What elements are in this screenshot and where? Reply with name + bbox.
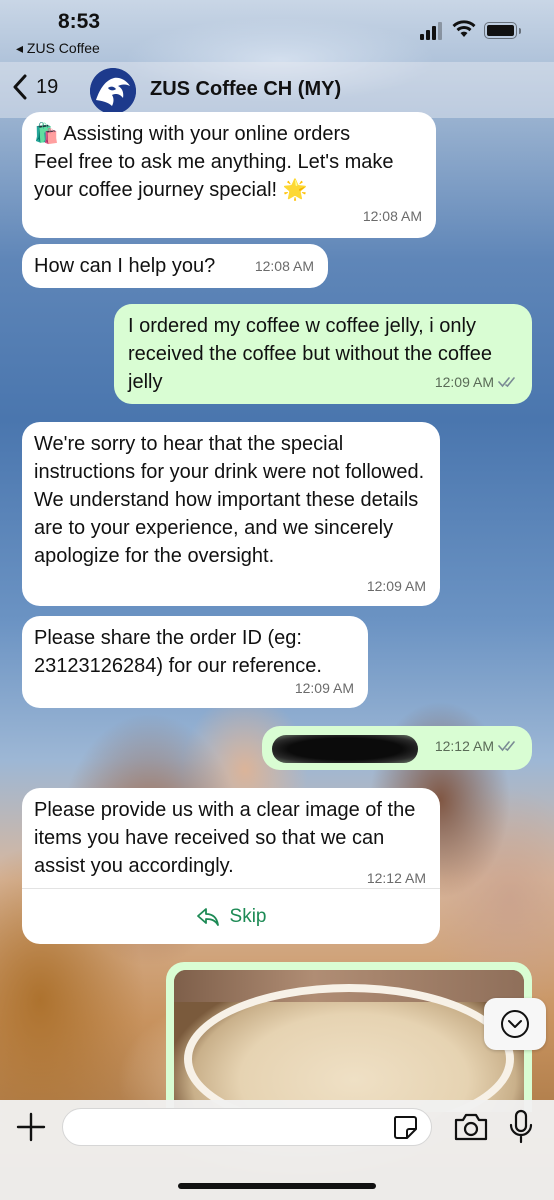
home-indicator <box>178 1183 376 1189</box>
message-incoming[interactable]: Please share the order ID (eg: 231231262… <box>22 616 368 708</box>
message-input[interactable] <box>62 1108 432 1146</box>
message-outgoing[interactable]: I ordered my coffee w coffee jelly, i on… <box>114 304 532 404</box>
message-time: 12:09 AM <box>294 680 354 696</box>
scroll-to-bottom-button[interactable] <box>484 998 546 1050</box>
camera-icon[interactable] <box>453 1112 489 1142</box>
message-time: 12:08 AM <box>362 208 422 224</box>
skip-label: Skip <box>229 905 267 927</box>
plus-icon[interactable] <box>14 1110 48 1144</box>
message-text: Please share the order ID (eg: 231231262… <box>34 627 322 677</box>
wifi-icon <box>452 20 476 37</box>
status-bar: 8:53 ◂ ZUS Coffee <box>0 0 554 62</box>
skip-button[interactable]: Skip <box>22 888 440 944</box>
avatar[interactable] <box>90 68 136 114</box>
signal-icon <box>420 22 444 40</box>
message-time: 12:12 AM <box>434 738 494 754</box>
mic-icon[interactable] <box>508 1109 534 1145</box>
message-time: 12:08 AM <box>254 258 314 274</box>
message-incoming[interactable]: 🛍️ Assisting with your online orders Fee… <box>22 112 436 238</box>
battery-icon <box>484 22 521 39</box>
chat-header: 19 ZUS Coffee CH (MY) <box>0 62 554 118</box>
status-time: 8:53 <box>58 10 101 33</box>
zus-logo-icon <box>90 68 136 114</box>
message-meta: 12:12 AM <box>435 732 518 760</box>
back-button[interactable]: 19 <box>12 74 58 100</box>
message-meta: 12:09 AM <box>435 368 518 396</box>
redacted-order-id <box>272 734 418 763</box>
message-outgoing[interactable]: 250326701837 12:12 AM <box>262 726 532 770</box>
double-check-icon <box>498 377 515 388</box>
chat-title[interactable]: ZUS Coffee CH (MY) <box>150 78 341 101</box>
coffee-photo[interactable] <box>174 970 524 1112</box>
message-incoming[interactable]: Please provide us with a clear image of … <box>22 788 440 944</box>
unread-count: 19 <box>36 75 59 98</box>
message-text: We're sorry to hear that the special ins… <box>34 433 425 567</box>
double-check-icon <box>498 741 515 752</box>
message-outgoing-image[interactable] <box>166 962 532 1112</box>
message-incoming[interactable]: We're sorry to hear that the special ins… <box>22 422 440 606</box>
chevron-down-icon <box>501 1010 529 1038</box>
composer-bar <box>0 1100 554 1200</box>
message-text: 🛍️ Assisting with your online orders Fee… <box>34 123 394 201</box>
message-time: 12:09 AM <box>366 578 426 594</box>
back-to-app-link[interactable]: ◂ ZUS Coffee <box>16 40 100 57</box>
message-incoming[interactable]: How can I help you? 12:08 AM <box>22 244 328 288</box>
message-time: 12:09 AM <box>434 374 494 390</box>
sticker-icon[interactable] <box>392 1114 418 1140</box>
chevron-left-icon <box>13 74 27 100</box>
reply-icon <box>196 907 219 926</box>
